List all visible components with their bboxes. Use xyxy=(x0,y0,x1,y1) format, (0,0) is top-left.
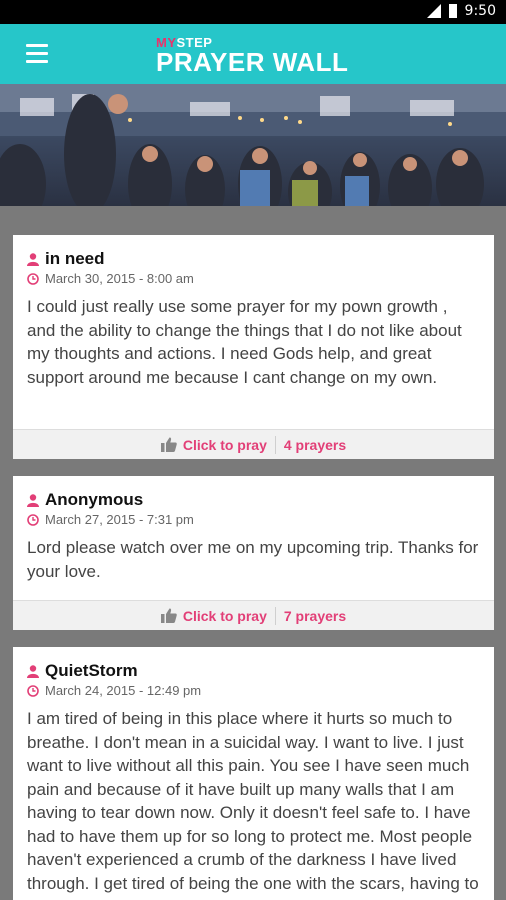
post-author: in need xyxy=(27,249,480,269)
date-text: March 27, 2015 - 7:31 pm xyxy=(45,512,194,527)
post-action-bar: Click to pray 4 prayers xyxy=(13,429,494,459)
clock-icon xyxy=(27,513,39,526)
date-text: March 30, 2015 - 8:00 am xyxy=(45,271,194,286)
date-text: March 24, 2015 - 12:49 pm xyxy=(45,683,202,698)
user-icon xyxy=(27,664,39,678)
hero-image xyxy=(0,84,506,206)
post-date: March 24, 2015 - 12:49 pm xyxy=(27,683,480,698)
user-icon xyxy=(27,252,39,266)
prayer-count[interactable]: 4 prayers xyxy=(284,437,346,453)
hamburger-menu-icon[interactable] xyxy=(26,44,48,64)
brand-logo: MYSTEP PRAYER WALL xyxy=(156,36,349,77)
divider xyxy=(274,435,276,454)
prayer-card: in need March 30, 2015 - 8:00 am I could… xyxy=(13,235,494,459)
click-to-pray-label: Click to pray xyxy=(182,607,267,624)
post-date: March 27, 2015 - 7:31 pm xyxy=(27,512,480,527)
page-title: PRAYER WALL xyxy=(156,47,349,77)
post-message: Lord please watch over me on my upcoming… xyxy=(27,538,479,581)
click-to-pray-button[interactable]: Click to pray xyxy=(160,607,267,624)
post-action-bar: Click to pray 7 prayers xyxy=(13,600,494,630)
app-bar: MYSTEP PRAYER WALL xyxy=(0,24,506,84)
author-name: Anonymous xyxy=(45,490,144,509)
thumbs-up-icon xyxy=(160,608,177,623)
author-name: in need xyxy=(45,249,105,268)
prayer-card: Anonymous March 27, 2015 - 7:31 pm Lord … xyxy=(13,476,494,630)
thumbs-up-icon xyxy=(160,437,177,452)
hero-photo-illustration xyxy=(0,84,506,206)
author-name: QuietStorm xyxy=(45,661,138,680)
prayer-card: QuietStorm March 24, 2015 - 12:49 pm I a… xyxy=(13,647,494,900)
status-icons: 9:50 xyxy=(426,3,496,19)
click-to-pray-button[interactable]: Click to pray xyxy=(160,436,267,453)
prayer-count[interactable]: 7 prayers xyxy=(284,608,346,624)
post-message: I am tired of being in this place where … xyxy=(27,709,479,900)
battery-icon xyxy=(448,4,457,18)
post-date: March 30, 2015 - 8:00 am xyxy=(27,271,480,286)
post-message: I could just really use some prayer for … xyxy=(27,297,462,387)
status-time: 9:50 xyxy=(464,3,496,19)
post-author: QuietStorm xyxy=(27,661,480,681)
click-to-pray-label: Click to pray xyxy=(182,436,267,453)
clock-icon xyxy=(27,272,39,285)
post-author: Anonymous xyxy=(27,490,480,510)
user-icon xyxy=(27,493,39,507)
clock-icon xyxy=(27,684,39,697)
divider xyxy=(274,606,276,625)
status-bar: 9:50 xyxy=(0,0,506,24)
signal-icon xyxy=(426,4,441,18)
